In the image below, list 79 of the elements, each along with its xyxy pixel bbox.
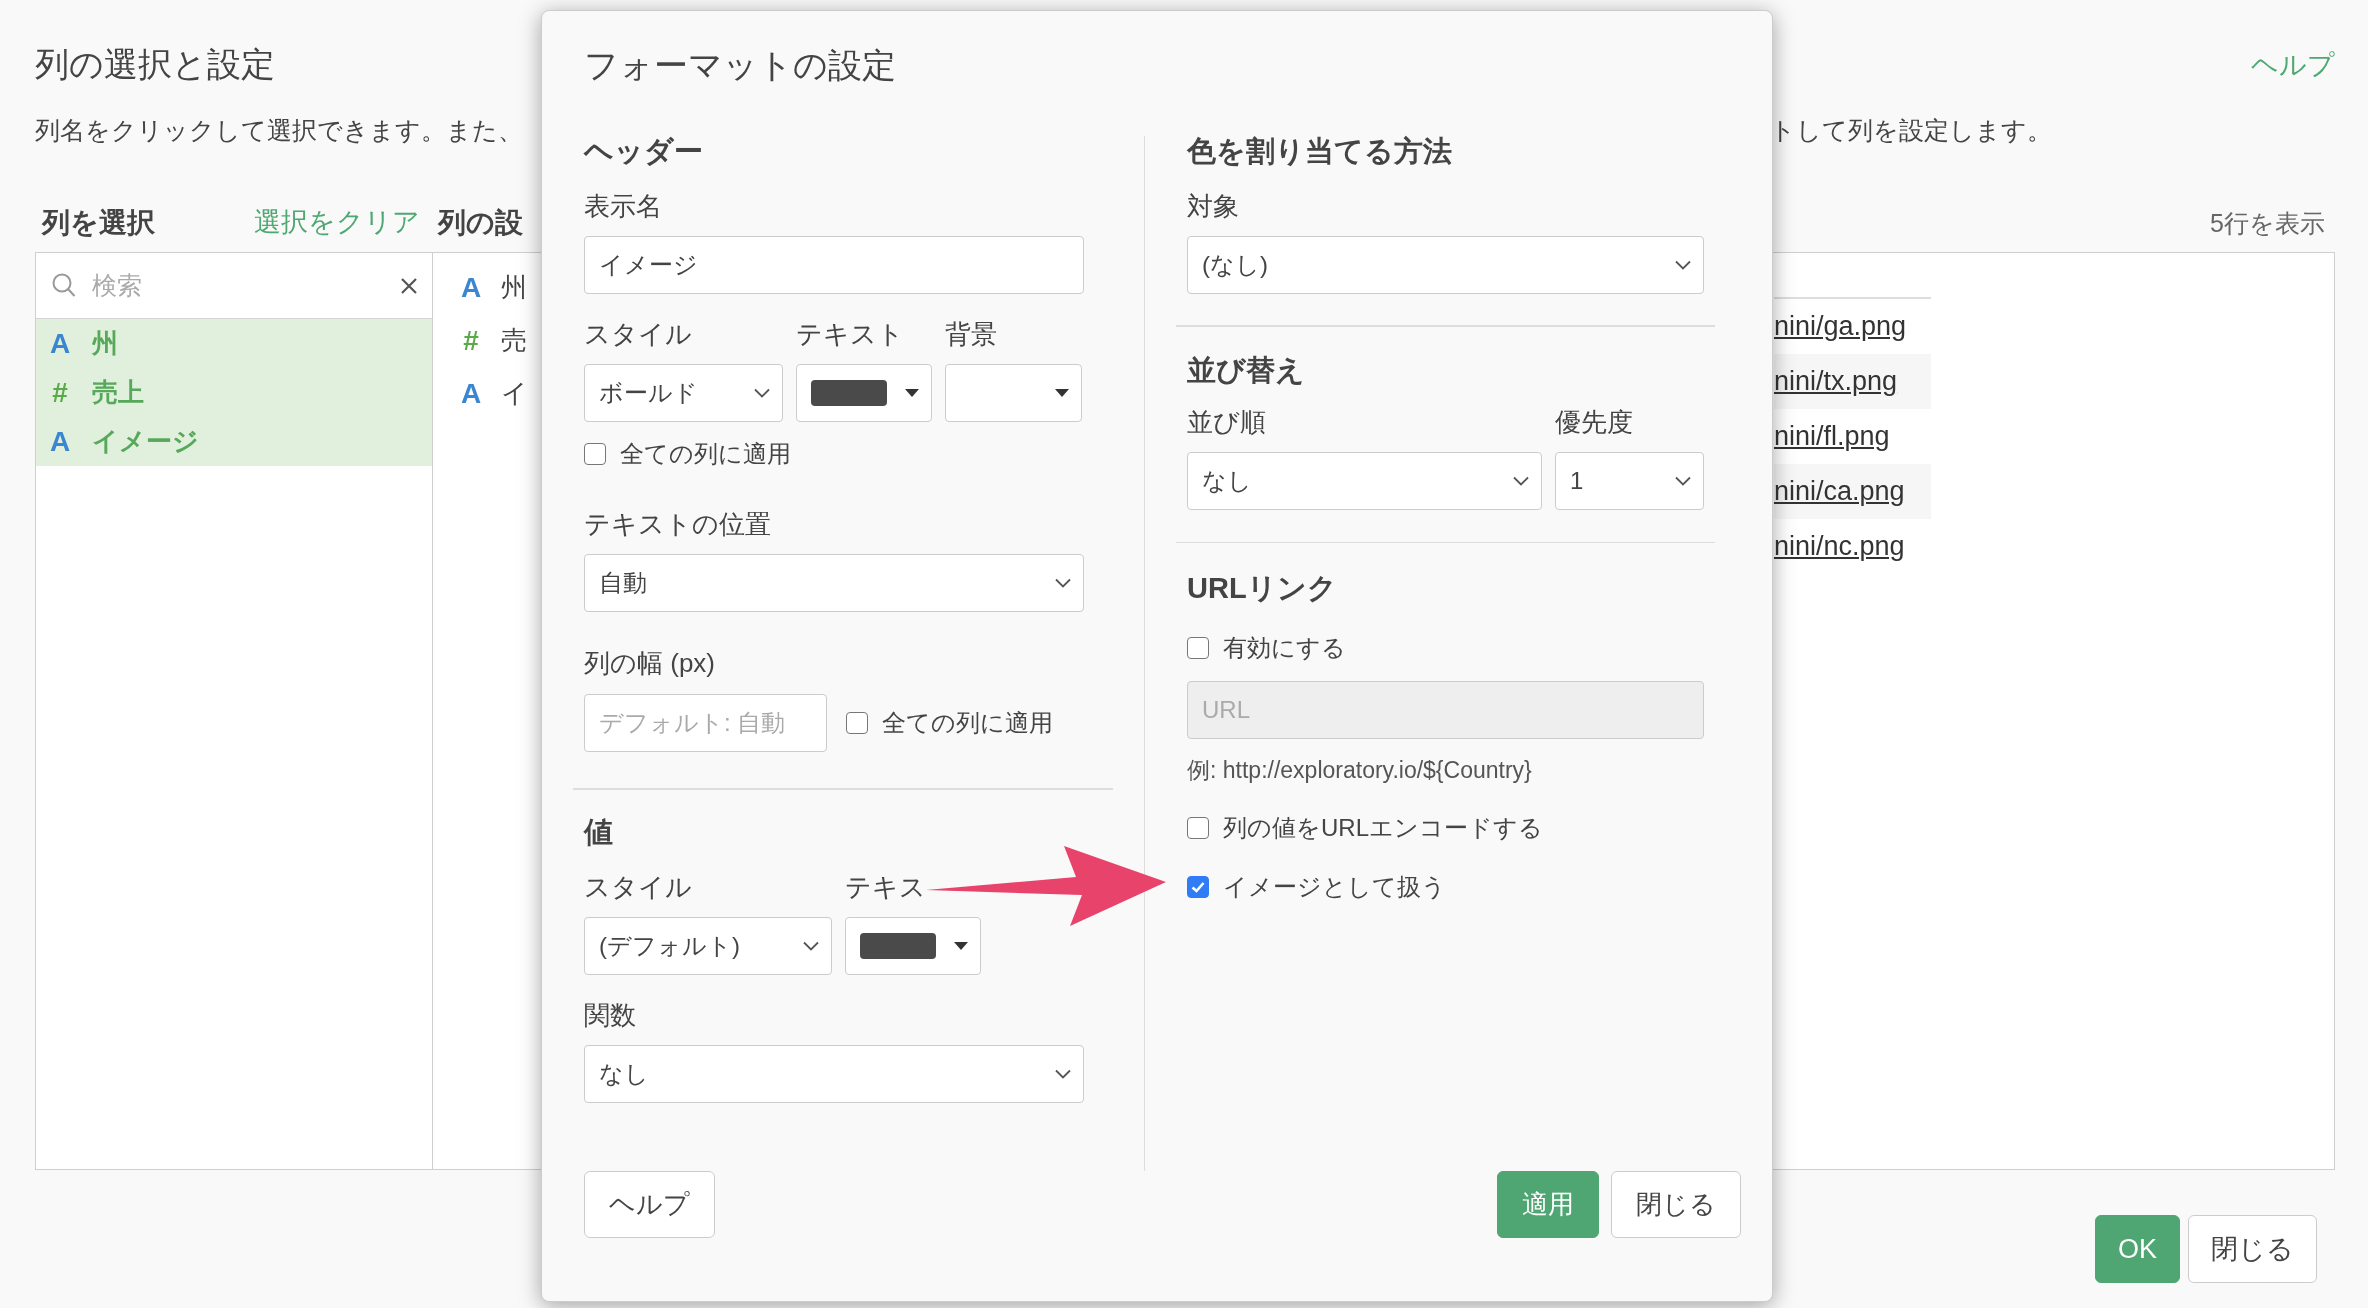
display-name-field[interactable]: イメージ [584, 236, 1084, 294]
checkbox-label: 列の値をURLエンコードする [1223, 813, 1543, 843]
image-url-link[interactable]: nini/fl.png [1774, 421, 1890, 452]
color-picker[interactable] [796, 364, 932, 422]
column-name[interactable]: 売 [501, 323, 527, 358]
checkbox[interactable] [846, 712, 868, 734]
priority-select[interactable]: 1 [1555, 451, 1704, 510]
description-text: 列名をクリックして選択できます。また、 [35, 114, 524, 146]
style-select[interactable]: (デフォルト) [584, 916, 832, 975]
sort-order-select[interactable]: なし [1187, 451, 1542, 510]
column-name[interactable]: イ [501, 376, 528, 411]
color-picker[interactable] [945, 364, 1082, 422]
field-label: 背景 [945, 319, 998, 349]
checkbox-label: 全ての列に適用 [882, 708, 1053, 738]
search-icon [52, 272, 76, 299]
caret-down-icon [1055, 389, 1069, 397]
check-icon [1191, 881, 1205, 893]
text-type-icon: A [461, 377, 481, 410]
field-label: 列の幅 (px) [584, 648, 716, 678]
image-url-link[interactable]: nini/nc.png [1774, 531, 1905, 562]
chevron-down-icon [1055, 578, 1071, 588]
text-position-select[interactable]: 自動 [584, 554, 1084, 612]
target-select[interactable]: (なし) [1187, 236, 1704, 294]
modal-button[interactable]: ヘルプ [584, 1171, 715, 1238]
column-width-field[interactable]: デフォルト: 自動 [584, 694, 827, 752]
modal-button[interactable]: 閉じる [1611, 1171, 1741, 1238]
checkbox[interactable] [584, 443, 606, 465]
column-name: 州 [92, 327, 118, 360]
checkbox[interactable] [1187, 876, 1209, 898]
section-heading: 並び替え [1187, 352, 1306, 388]
column-name[interactable]: 州 [501, 270, 527, 305]
checkbox-label: イメージとして扱う [1223, 872, 1446, 902]
dialog-button[interactable]: 閉じる [2188, 1215, 2317, 1283]
chevron-down-icon [1675, 260, 1691, 270]
column-name: イメージ [92, 425, 199, 458]
field-label: テキス [845, 871, 927, 902]
chevron-down-icon [754, 388, 770, 398]
function-select[interactable]: なし [584, 1044, 1084, 1103]
dialog-title: 列の選択と設定 [35, 44, 275, 85]
field-label: 表示名 [584, 191, 663, 221]
section-heading: 値 [584, 814, 614, 850]
column-name: 売上 [92, 376, 144, 409]
text-type-icon: A [50, 327, 70, 360]
image-url-link[interactable]: nini/ga.png [1774, 311, 1907, 342]
example-text: 例: http://exploratory.io/${Country} [1187, 756, 1533, 785]
number-type-icon: # [461, 324, 481, 357]
caret-down-icon [954, 941, 968, 950]
text-type-icon: A [461, 271, 481, 304]
field-label: テキストの位置 [584, 509, 772, 539]
row-count-text: 5行を表示 [2210, 209, 2325, 237]
modal-title: フォーマットの設定 [583, 45, 897, 86]
chevron-down-icon [803, 940, 819, 951]
description-text: トして列を設定します。 [1770, 114, 2053, 146]
field-label: 優先度 [1555, 406, 1634, 437]
checkbox-label: 全ての列に適用 [620, 439, 791, 469]
section-heading: ヘッダー [584, 134, 704, 169]
chevron-down-icon [1513, 475, 1529, 486]
checkbox[interactable] [1187, 817, 1209, 839]
caret-down-icon [905, 389, 919, 397]
section-heading: 列の設 [438, 207, 523, 238]
checkbox[interactable] [1187, 637, 1209, 659]
clear-icon[interactable] [400, 276, 418, 295]
field-label: スタイル [584, 319, 693, 349]
color-picker[interactable] [845, 916, 981, 975]
section-heading: URLリンク [1187, 571, 1338, 606]
chevron-down-icon [1675, 475, 1691, 486]
search-field[interactable]: 検索 [90, 270, 386, 301]
field-label: 並び順 [1187, 406, 1267, 437]
field-label: 関数 [584, 999, 637, 1030]
field-label: 対象 [1187, 191, 1240, 221]
section-heading: 列を選択 [42, 206, 155, 240]
field-label: テキスト [796, 319, 905, 349]
section-heading: 色を割り当てる方法 [1187, 134, 1453, 169]
style-select[interactable]: ボールド [584, 364, 783, 422]
field-label: スタイル [584, 871, 693, 902]
checkbox-label: 有効にする [1223, 633, 1346, 663]
number-type-icon: # [50, 376, 70, 409]
chevron-down-icon [1055, 1068, 1071, 1079]
text-type-icon: A [50, 425, 70, 458]
